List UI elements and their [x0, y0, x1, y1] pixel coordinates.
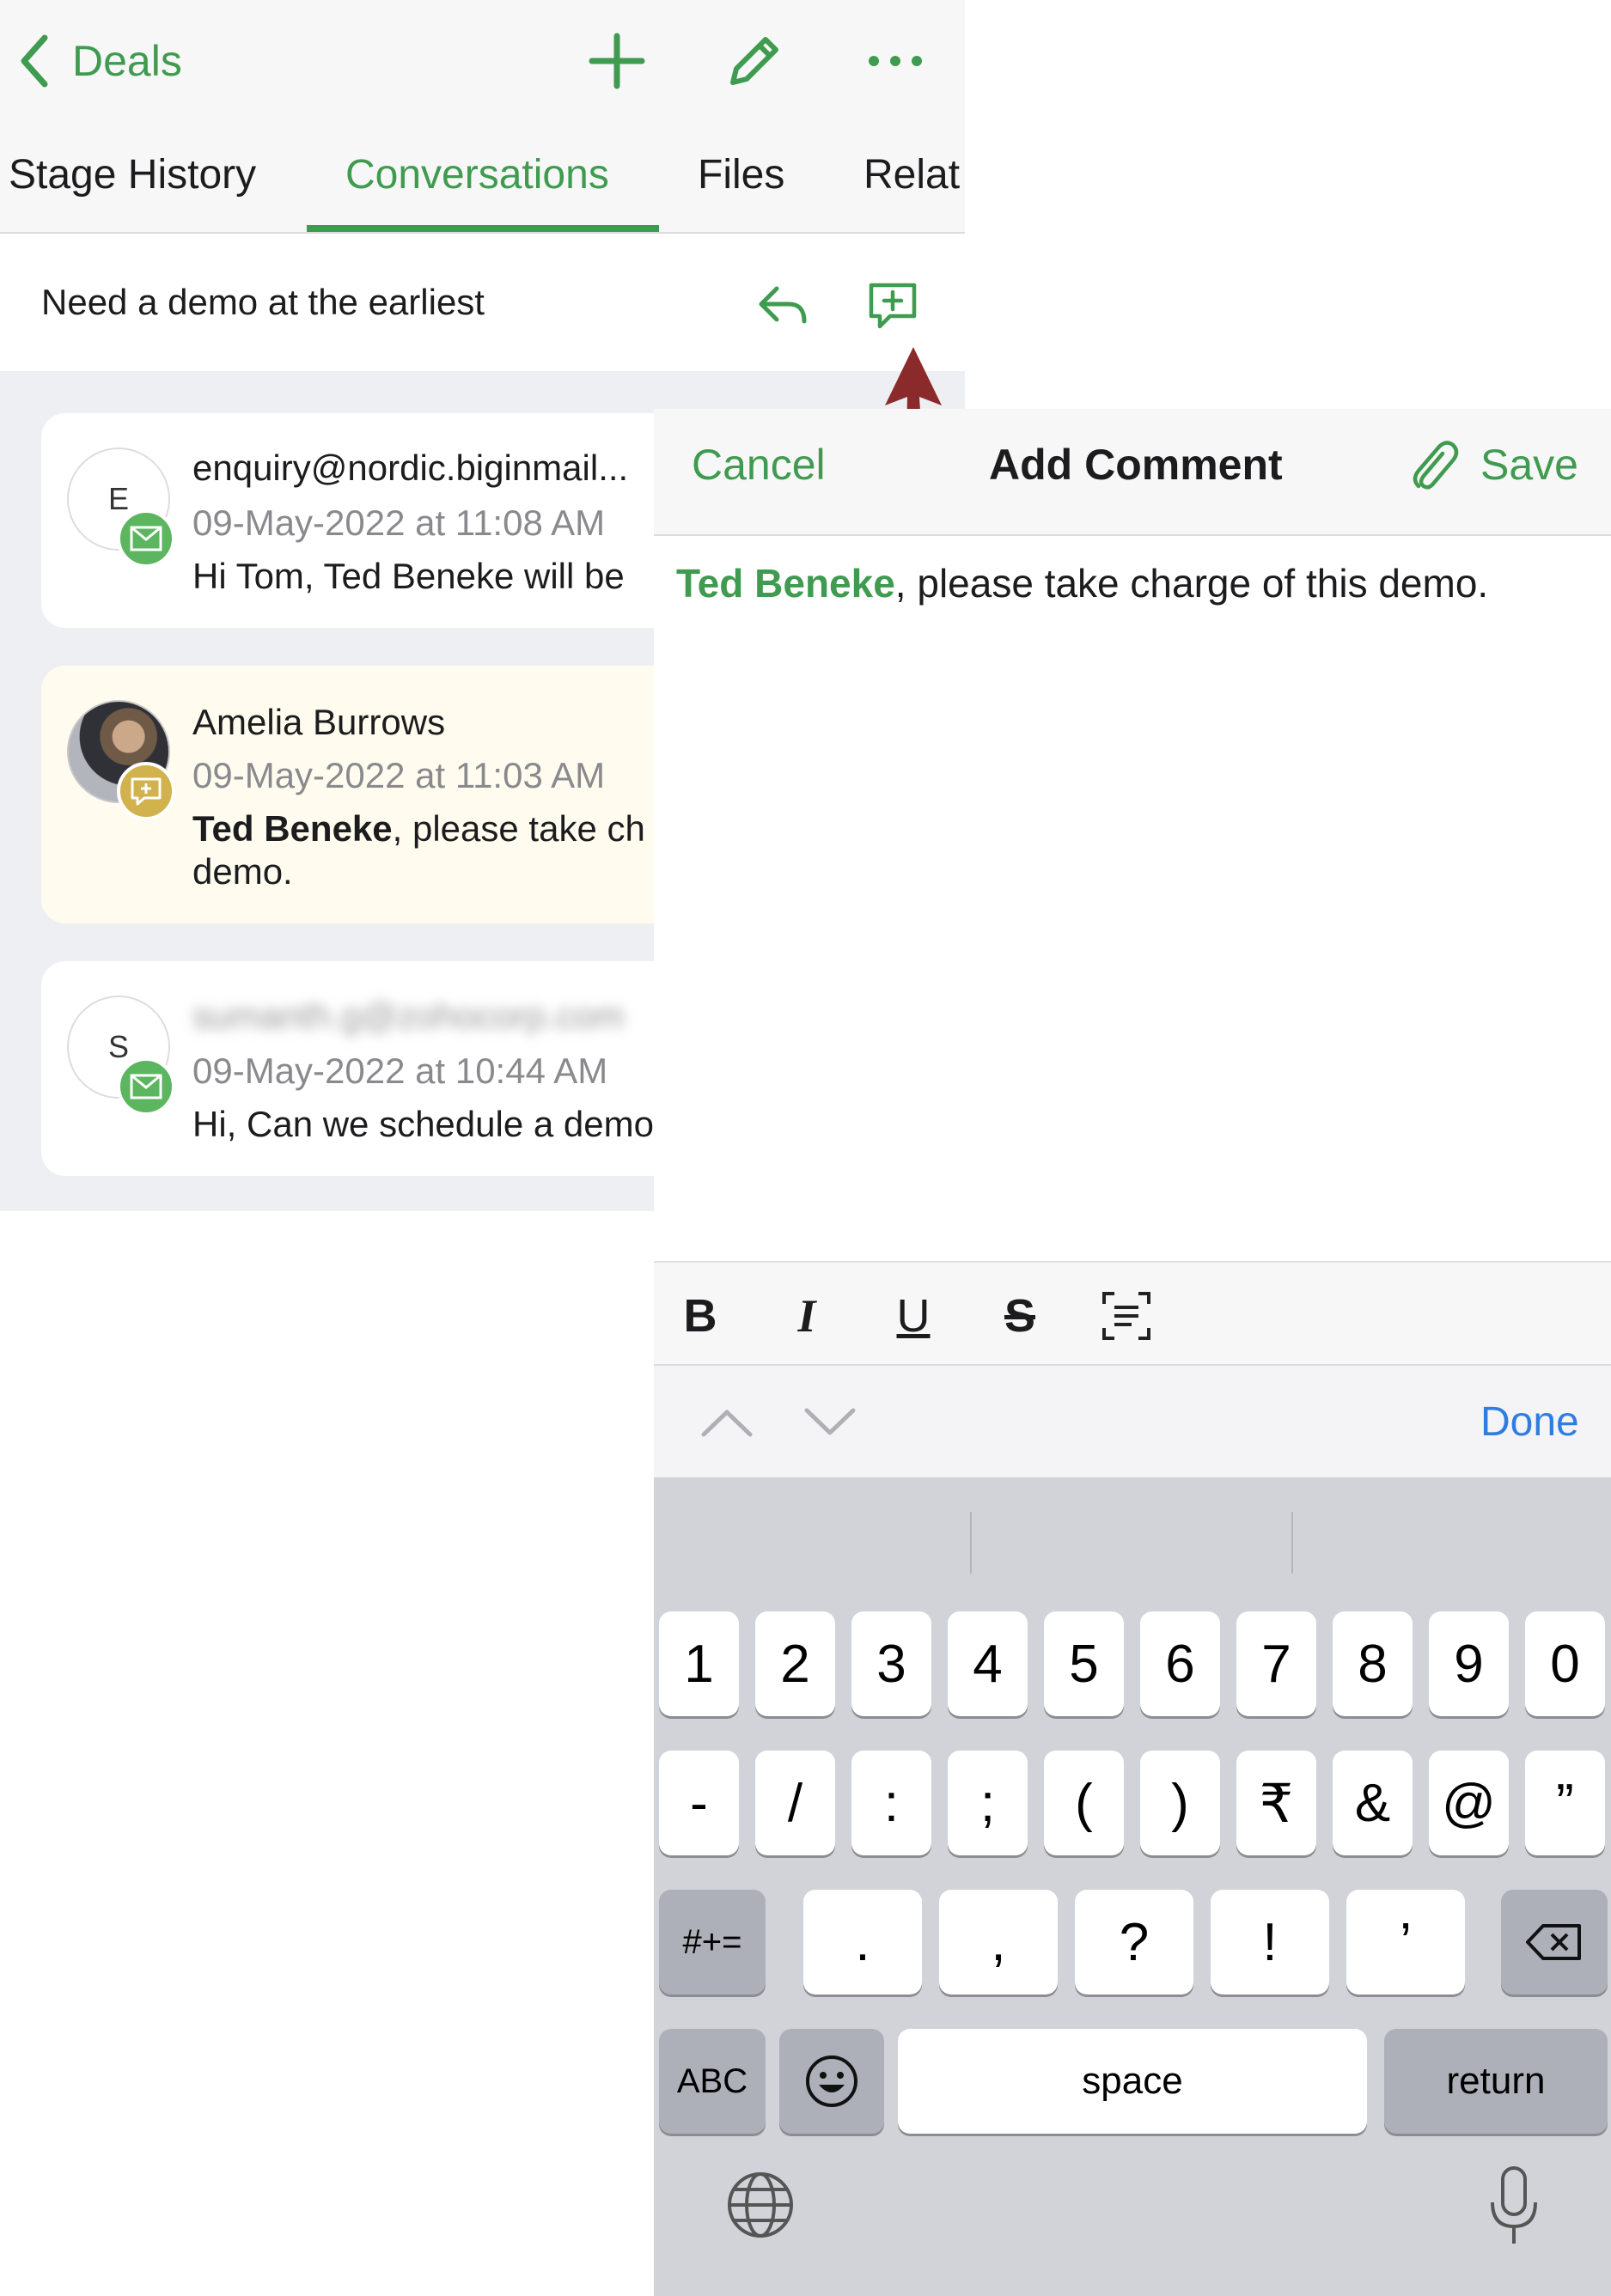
save-button[interactable]: Save [1480, 440, 1578, 490]
keyboard-accessory-bar: Done [654, 1366, 1611, 1477]
key-rupee[interactable]: ₹ [1236, 1751, 1316, 1855]
key-hyphen[interactable]: - [659, 1751, 739, 1855]
key-apostrophe[interactable]: ’ [1346, 1890, 1465, 1995]
sender-redacted: sumanth.g@zohocorp.com [192, 996, 625, 1036]
key-semicolon[interactable]: ; [948, 1751, 1028, 1855]
tab-files[interactable]: Files [698, 151, 784, 198]
cancel-button[interactable]: Cancel [692, 440, 826, 490]
mention: Ted Beneke [192, 808, 393, 849]
email-badge [117, 509, 175, 568]
microphone-icon[interactable] [1486, 2165, 1542, 2247]
globe-icon[interactable] [724, 2169, 796, 2241]
avatar-initial: E [107, 481, 129, 516]
timestamp: 09-May-2022 at 11:03 AM [192, 755, 606, 795]
delete-icon [1526, 1924, 1581, 1960]
tab-bar: Stage History Conversations Files Relat [0, 127, 965, 234]
key-at[interactable]: @ [1429, 1751, 1509, 1855]
done-button[interactable]: Done [1480, 1398, 1579, 1446]
strikethrough-button[interactable]: S [986, 1282, 1054, 1350]
tab-conversations[interactable]: Conversations [345, 151, 609, 198]
comment-input[interactable]: Ted Beneke, please take charge of this d… [676, 560, 1488, 606]
suggestion-divider [970, 1512, 972, 1574]
pencil-icon[interactable] [724, 31, 784, 91]
back-label: Deals [72, 37, 182, 85]
email-icon [130, 1074, 162, 1099]
chevron-up-icon[interactable] [697, 1400, 757, 1443]
sender: Amelia Burrows [192, 702, 446, 742]
key-quote[interactable]: ” [1525, 1751, 1605, 1855]
plus-icon[interactable] [587, 31, 647, 91]
emoji-key[interactable] [779, 2029, 884, 2134]
tab-related[interactable]: Relat [863, 151, 960, 198]
comment-text: , please take charge of this demo. [894, 561, 1489, 606]
avatar-initial: S [107, 1029, 129, 1064]
add-comment-icon[interactable] [864, 277, 921, 333]
message-preview: Hi, Can we schedule a demo [192, 1104, 654, 1144]
key-ampersand[interactable]: & [1333, 1751, 1413, 1855]
key-return[interactable]: return [1384, 2029, 1608, 2134]
chevron-down-icon[interactable] [800, 1400, 860, 1443]
sender: enquiry@nordic.biginmail... [192, 448, 629, 488]
message-preview: Ted Beneke, please take ch [192, 808, 645, 850]
key-slash[interactable]: / [755, 1751, 835, 1855]
message-text: , please take ch [392, 808, 645, 849]
keyboard: 1 2 3 4 5 6 7 8 9 0 - / : ; ( ) ₹ & @ ” … [654, 1477, 1611, 2296]
timestamp: 09-May-2022 at 11:08 AM [192, 502, 606, 543]
chevron-left-icon [21, 34, 48, 88]
key-7[interactable]: 7 [1236, 1611, 1316, 1716]
reply-icon[interactable] [754, 277, 811, 333]
key-open-paren[interactable]: ( [1044, 1751, 1124, 1855]
more-icon[interactable] [865, 31, 925, 91]
key-4[interactable]: 4 [948, 1611, 1028, 1716]
sheet-header: Cancel Add Comment Save [654, 409, 1611, 536]
email-badge [117, 1057, 175, 1116]
paperclip-icon[interactable] [1401, 435, 1461, 495]
key-2[interactable]: 2 [755, 1611, 835, 1716]
key-9[interactable]: 9 [1429, 1611, 1509, 1716]
sheet-title: Add Comment [989, 441, 1283, 489]
delete-key[interactable] [1501, 1890, 1608, 1995]
message-preview: Hi Tom, Ted Beneke will be [192, 556, 625, 596]
back-button[interactable]: Deals [17, 31, 182, 91]
key-comma[interactable]: , [939, 1890, 1058, 1995]
conversation-subject: Need a demo at the earliest [0, 234, 965, 371]
message-preview-line2: demo. [192, 851, 293, 892]
tab-stage-history[interactable]: Stage History [9, 151, 256, 198]
underline-button[interactable]: U [879, 1282, 948, 1350]
text-format-icon[interactable] [1092, 1282, 1161, 1350]
suggestion-divider [1291, 1512, 1293, 1574]
comment-badge [117, 762, 175, 820]
key-1[interactable]: 1 [659, 1611, 739, 1716]
active-tab-indicator [307, 225, 659, 232]
key-close-paren[interactable]: ) [1140, 1751, 1220, 1855]
key-symbols-toggle[interactable]: #+= [659, 1890, 766, 1995]
emoji-icon [806, 2055, 857, 2107]
italic-button[interactable]: I [772, 1282, 841, 1350]
bold-button[interactable]: B [666, 1282, 735, 1350]
mention: Ted Beneke [676, 561, 895, 606]
key-question[interactable]: ? [1075, 1890, 1193, 1995]
navigation-bar: Deals [0, 0, 965, 127]
key-3[interactable]: 3 [851, 1611, 931, 1716]
comment-icon [131, 777, 162, 806]
key-6[interactable]: 6 [1140, 1611, 1220, 1716]
add-comment-sheet: Cancel Add Comment Save Ted Beneke, plea… [654, 409, 1611, 2296]
key-period[interactable]: . [803, 1890, 922, 1995]
key-colon[interactable]: : [851, 1751, 931, 1855]
formatting-toolbar: B I U S [654, 1261, 1611, 1366]
key-exclamation[interactable]: ! [1211, 1890, 1329, 1995]
key-5[interactable]: 5 [1044, 1611, 1124, 1716]
key-abc[interactable]: ABC [659, 2029, 766, 2134]
email-icon [130, 526, 162, 551]
key-0[interactable]: 0 [1525, 1611, 1605, 1716]
key-space[interactable]: space [898, 2029, 1367, 2134]
timestamp: 09-May-2022 at 10:44 AM [192, 1051, 608, 1091]
subject-title: Need a demo at the earliest [41, 282, 485, 322]
key-8[interactable]: 8 [1333, 1611, 1413, 1716]
